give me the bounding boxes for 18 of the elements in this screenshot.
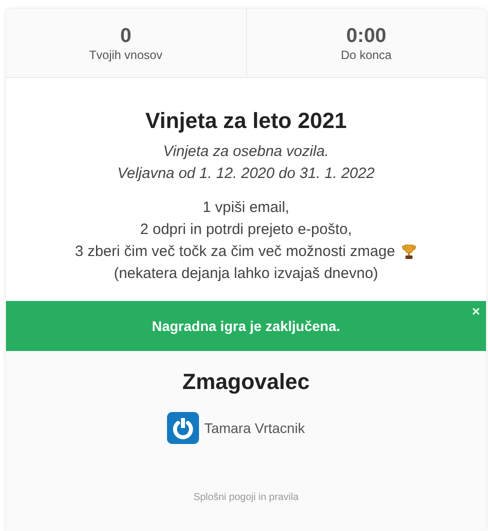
stat-label: Tvojih vnosov — [89, 48, 162, 62]
winner-heading: Zmagovalec — [182, 369, 310, 395]
avatar-icon — [167, 412, 200, 444]
terms-link[interactable]: Splošni pogoji in pravila — [193, 492, 299, 503]
close-button[interactable]: × — [470, 303, 482, 319]
step-text: 1 vpiši email, — [202, 198, 290, 218]
step-text: (nekatera dejanja lahko izvajaš dnevno) — [114, 264, 378, 284]
contest-title: Vinjeta za leto 2021 — [144, 108, 348, 134]
subtitle-line: Veljavna od 1. 12. 2020 do 31. 1. 2022 — [117, 164, 375, 184]
subtitle-line: Vinjeta za osebna vozila. — [163, 142, 329, 162]
winner-name: Tamara Vrtacnik — [204, 420, 305, 436]
banner-text: Nagradna igra je zaključena. — [152, 318, 340, 334]
trophy-icon — [401, 244, 418, 260]
step-text: 2 odpri in potrdi prejeto e-pošto, — [140, 220, 352, 240]
step-text: 3 zberi čim več točk za čim več možnosti zmage — [74, 242, 396, 262]
stat-label: Do konca — [340, 48, 392, 62]
stat-value: 0:00 — [346, 24, 386, 48]
stat-value: 0 — [120, 24, 132, 48]
